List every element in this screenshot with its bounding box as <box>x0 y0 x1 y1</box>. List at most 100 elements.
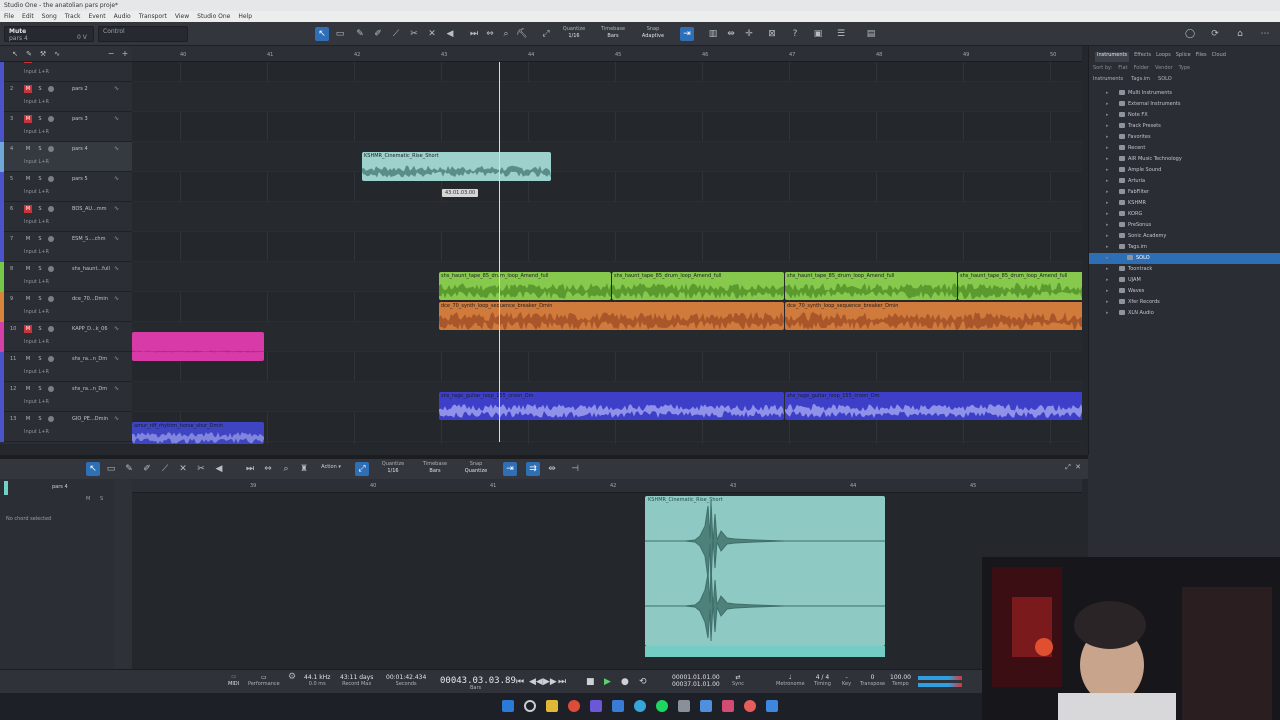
snap-tool-icon[interactable]: ⛏ <box>515 27 529 41</box>
solo-button[interactable]: S <box>36 385 44 393</box>
timebase-selector[interactable]: Timebase Bars <box>598 26 628 40</box>
track-lane[interactable] <box>132 142 1082 172</box>
editor-snap-toggle-icon[interactable]: ⇥ <box>503 462 517 476</box>
record-arm-icon[interactable] <box>48 296 54 302</box>
browser-tab-files[interactable]: Files <box>1196 52 1207 62</box>
track-input[interactable]: Input L+R <box>24 339 49 345</box>
browser-folder-item[interactable]: Ample Sound <box>1089 165 1280 176</box>
zoom-tool-icon[interactable]: ⌕ <box>499 27 513 41</box>
mute-button[interactable]: M <box>24 385 32 393</box>
audio-clip[interactable]: shs_rage_guitar_loop_155_croon_Dm <box>785 392 1082 420</box>
forward-end-icon[interactable]: ⏭ <box>558 677 566 687</box>
spotify-icon[interactable] <box>656 700 668 712</box>
editor-range-icon[interactable]: ▭ <box>104 462 118 476</box>
track-header[interactable]: 9 M Sdce_70...Dmin Input L+R ∿ <box>0 292 132 322</box>
record-arm-icon[interactable] <box>48 236 54 242</box>
more-icon[interactable]: ⋯ <box>1258 27 1272 41</box>
track-input[interactable]: Input L+R <box>24 309 49 315</box>
mute-button[interactable]: M <box>24 175 32 183</box>
breadcrumb-item[interactable]: Instruments <box>1093 76 1123 85</box>
app-icon-6[interactable] <box>744 700 756 712</box>
track-name[interactable]: shs_ra...n_Dm <box>72 386 107 392</box>
editor-tempo-icon[interactable]: ♜ <box>297 462 311 476</box>
mute-button[interactable]: M <box>24 415 32 423</box>
monitor-icon[interactable]: ∿ <box>114 265 119 272</box>
editor-grid-icon[interactable]: ⊣ <box>568 462 582 476</box>
browser-folder-item[interactable]: Multi Instruments <box>1089 88 1280 99</box>
solo-button[interactable]: S <box>36 85 44 93</box>
record-arm-icon[interactable] <box>48 266 54 272</box>
track-lane[interactable] <box>132 112 1082 142</box>
monitor-icon[interactable]: ∿ <box>114 415 119 422</box>
editor-quantize-icon[interactable]: ⤢ <box>355 462 369 476</box>
editor-zoom-icon[interactable]: ⌕ <box>279 462 293 476</box>
editor-eraser-icon[interactable]: ✐ <box>140 462 154 476</box>
editor-listen-icon[interactable]: ◀ <box>212 462 226 476</box>
monitor-icon[interactable]: ∿ <box>114 235 119 242</box>
pencil-icon[interactable]: ✎ <box>22 47 36 61</box>
track-input[interactable]: Input L+R <box>24 99 49 105</box>
editor-solo-button[interactable]: S <box>100 496 103 502</box>
browser-tab-splice[interactable]: Splice <box>1176 52 1191 62</box>
monitor-icon[interactable]: ∿ <box>114 115 119 122</box>
menu-item-edit[interactable]: Edit <box>22 11 34 22</box>
sync-toggle[interactable]: ⇄ Sync <box>732 674 744 688</box>
transpose-field[interactable]: 0 Transpose <box>860 674 885 688</box>
app-icon-5[interactable] <box>722 700 734 712</box>
monitor-icon[interactable]: ∿ <box>114 175 119 182</box>
editor-action-menu[interactable]: Action ▾ <box>316 464 346 471</box>
track-input[interactable]: Input L+R <box>24 399 49 405</box>
breadcrumb-item[interactable]: SOLO <box>1158 76 1172 85</box>
track-header[interactable]: 5 M Spars 5 Input L+R ∿ <box>0 172 132 202</box>
pointer-icon[interactable]: ↖ <box>8 47 22 61</box>
browser-folder-item[interactable]: AIR Music Technology <box>1089 154 1280 165</box>
playhead-cursor[interactable] <box>499 62 500 442</box>
editor-timebase-selector[interactable]: Timebase Bars <box>420 461 450 475</box>
record-icon[interactable]: ● <box>621 677 629 687</box>
mute-button[interactable]: M <box>24 62 32 63</box>
editor-quantize-selector[interactable]: Quantize 1/16 <box>378 461 408 475</box>
bend-tool-icon[interactable]: ⏭ <box>467 27 481 41</box>
solo-button[interactable]: S <box>36 145 44 153</box>
record-arm-icon[interactable] <box>48 206 54 212</box>
audio-clip[interactable]: dce_70_synth_loop_sequence_breaker_Dmin <box>439 302 784 330</box>
browser-folder-item[interactable]: UJAM <box>1089 275 1280 286</box>
track-header[interactable]: 7 M S ESM_S....chm Input L+R ∿ <box>0 232 132 262</box>
mute-button[interactable]: M <box>24 265 32 273</box>
mute-button[interactable]: M <box>24 85 32 93</box>
add-track-icon[interactable]: + <box>118 47 132 61</box>
track-input[interactable]: Input L+R <box>24 369 49 375</box>
sync-icon[interactable]: ⟳ <box>1208 27 1222 41</box>
paint-tool-icon[interactable]: ⟋ <box>389 27 403 41</box>
solo-button[interactable]: S <box>36 62 44 63</box>
browser-folder-item[interactable]: Waves <box>1089 286 1280 297</box>
track-lane[interactable] <box>132 202 1082 232</box>
tool-icon[interactable]: ⚒ <box>36 47 50 61</box>
forward-icon[interactable]: ▶▶ <box>543 677 557 687</box>
search-icon[interactable] <box>524 700 536 712</box>
track-name[interactable]: ESM_S....chm <box>72 236 105 242</box>
track-input[interactable]: Input L+R <box>24 249 49 255</box>
scroll-icon[interactable]: ⇹ <box>724 27 738 41</box>
slip-tool-icon[interactable]: ⇔ <box>483 27 497 41</box>
solo-button[interactable]: S <box>36 355 44 363</box>
stop-icon[interactable]: ■ <box>586 677 595 687</box>
track-header[interactable]: 8 M Sshs_haunt...full Input L+R ∿ <box>0 262 132 292</box>
browser-folder-item[interactable]: External Instruments <box>1089 99 1280 110</box>
solo-button[interactable]: S <box>36 235 44 243</box>
track-name[interactable]: shs_haunt...full <box>72 266 110 272</box>
editor-close-icon[interactable]: ✕ <box>1071 460 1085 474</box>
telegram-icon[interactable] <box>634 700 646 712</box>
browser-folder-item[interactable]: Arturia <box>1089 176 1280 187</box>
track-lanes[interactable]: KSHMR_Cinematic_Rise_Short shs_haunt_tape… <box>132 62 1082 444</box>
browser-folder-item[interactable]: Track Presets <box>1089 121 1280 132</box>
grid-view-icon[interactable]: ☰ <box>834 27 848 41</box>
studio-one-icon[interactable] <box>766 700 778 712</box>
start-menu-icon[interactable] <box>502 700 514 712</box>
browser-folder-item[interactable]: Tags.im <box>1089 242 1280 253</box>
editor-snap-selector[interactable]: Snap Quantize <box>461 461 491 475</box>
audio-clip[interactable] <box>132 332 264 361</box>
audio-clip[interactable]: shs_haunt_tape_85_drum_loop_Amend_full <box>439 272 611 300</box>
track-header[interactable]: 3 M Spars 3 Input L+R ∿ <box>0 112 132 142</box>
track-header[interactable]: 6 M S BOS_AU...mm Input L+R ∿ <box>0 202 132 232</box>
